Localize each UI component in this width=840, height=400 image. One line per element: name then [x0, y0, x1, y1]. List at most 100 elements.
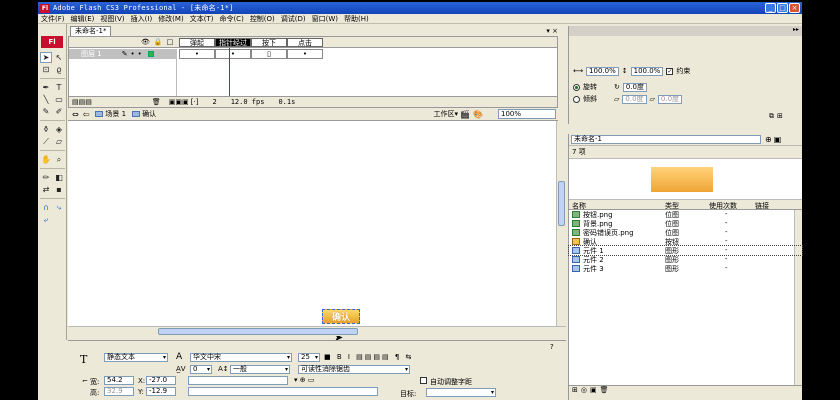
straighten-icon[interactable]: ⤶: [40, 214, 52, 225]
flash-app-icon[interactable]: Fl: [40, 3, 50, 13]
menu-insert[interactable]: 插入(I): [131, 14, 153, 24]
library-item[interactable]: 元件 1 图形 -: [568, 245, 803, 256]
confirm-button-symbol[interactable]: 确认: [322, 309, 360, 324]
frame-label-down[interactable]: 按下: [251, 38, 287, 47]
pencil-icon[interactable]: ✎: [40, 106, 52, 117]
help-icon[interactable]: ?: [550, 343, 554, 351]
back-icon[interactable]: ⇦: [83, 110, 90, 119]
target-select[interactable]: [426, 388, 496, 397]
stage-horizontal-scrollbar[interactable]: [68, 326, 566, 336]
library-item[interactable]: 确认 按钮 -: [569, 237, 802, 246]
letter-spacing-input[interactable]: 0: [190, 365, 212, 374]
ink-bottle-icon[interactable]: ⚱: [40, 124, 52, 135]
library-item[interactable]: 元件 2 图形 -: [569, 255, 802, 264]
link-icons[interactable]: ▾ ⊕ ▭: [294, 376, 314, 384]
library-item[interactable]: 按钮.png 位图 -: [569, 210, 802, 219]
zoom-tool-icon[interactable]: ⌕: [53, 154, 65, 165]
height-input[interactable]: 32.9: [104, 387, 134, 396]
rotate-radio[interactable]: [573, 83, 580, 91]
menu-edit[interactable]: 编辑(E): [71, 14, 95, 24]
menu-window[interactable]: 窗口(W): [312, 14, 338, 24]
frame-label-up[interactable]: 弹起: [179, 38, 215, 47]
lock-aspect-icon[interactable]: ⌐: [82, 377, 88, 385]
zoom-select[interactable]: 100%: [498, 109, 556, 119]
breadcrumb-scene[interactable]: 场景 1: [95, 109, 126, 119]
menu-text[interactable]: 文本(T): [190, 14, 214, 24]
subselection-tool-icon[interactable]: ↖: [53, 52, 65, 63]
stroke-color-icon[interactable]: ✏: [40, 172, 52, 183]
transform-buttons[interactable]: ⧉⊞: [769, 112, 786, 121]
library-document-select[interactable]: 未命名-1: [571, 135, 761, 144]
library-footer-icons[interactable]: ⊞◎▣🗑: [569, 386, 802, 398]
keyframe-2[interactable]: •: [215, 49, 251, 59]
height-scale-input[interactable]: 100.0%: [630, 66, 664, 76]
paint-bucket-icon[interactable]: ◈: [53, 124, 65, 135]
rotate-input[interactable]: 0.0度: [622, 82, 648, 92]
free-transform-icon[interactable]: ⊡: [40, 64, 52, 75]
auto-kern-checkbox[interactable]: [420, 377, 427, 384]
smooth-icon[interactable]: ⤷: [53, 202, 65, 213]
menu-file[interactable]: 文件(F): [41, 14, 65, 24]
new-layer-icon[interactable]: ▤▤▤: [72, 98, 92, 106]
x-input[interactable]: -27.0: [146, 376, 176, 385]
swap-colors-icon[interactable]: ⇄: [40, 184, 52, 195]
constrain-checkbox[interactable]: ✓: [666, 67, 674, 75]
menu-control[interactable]: 控制(O): [250, 14, 275, 24]
edit-scene-icon[interactable]: 🎬🎨: [460, 110, 486, 119]
document-tab[interactable]: 未命名-1*: [70, 26, 112, 36]
text-format-icons[interactable]: ■ B I ▤▤▤▤ ¶ ⇆: [324, 353, 413, 361]
anti-alias-select[interactable]: 可读性消除锯齿: [298, 365, 410, 374]
lasso-icon[interactable]: ϱ: [53, 64, 65, 75]
url-input[interactable]: [188, 376, 288, 385]
playhead[interactable]: [229, 48, 230, 98]
skew-radio[interactable]: [573, 95, 580, 103]
font-size-select[interactable]: 25: [298, 353, 320, 362]
width-input[interactable]: 54.2: [104, 376, 134, 385]
hscroll-thumb[interactable]: [158, 328, 358, 335]
stage-vertical-scrollbar[interactable]: [556, 121, 566, 326]
eyedropper-icon[interactable]: ⟋: [40, 136, 52, 147]
keyframe-4[interactable]: •: [287, 49, 323, 59]
vscroll-thumb[interactable]: [558, 181, 565, 226]
y-input[interactable]: -12.9: [146, 387, 176, 396]
snap-magnet-icon[interactable]: ∩: [40, 202, 52, 213]
variable-input[interactable]: [188, 387, 378, 396]
back-arrow-icon[interactable]: ⇔: [72, 110, 79, 119]
library-pin-icon[interactable]: ⊕▣: [765, 135, 783, 144]
library-item[interactable]: 元件 3 图形 -: [569, 264, 802, 273]
rectangle-tool-icon[interactable]: ▭: [53, 94, 65, 105]
hand-tool-icon[interactable]: ✋: [40, 154, 52, 165]
frame-label-over[interactable]: 指针经过: [215, 38, 251, 47]
menu-help[interactable]: 帮助(H): [344, 14, 369, 24]
keyframe-1[interactable]: •: [179, 49, 215, 59]
layer-visibility-icons[interactable]: 👁🔒□: [141, 38, 177, 46]
menu-debug[interactable]: 调试(D): [281, 14, 306, 24]
skew-input-1[interactable]: 0.0度: [622, 94, 647, 104]
eraser-icon[interactable]: ▱: [53, 136, 65, 147]
frame-label-hit[interactable]: 点击: [287, 38, 323, 47]
workspace-menu[interactable]: 工作区▾: [433, 109, 458, 119]
breadcrumb-symbol[interactable]: 确认: [132, 109, 156, 119]
close-doc-icon[interactable]: ▾ ×: [546, 27, 558, 35]
pen-tool-icon[interactable]: ✒: [40, 82, 52, 93]
selection-tool-icon[interactable]: ➤: [40, 52, 52, 63]
font-select[interactable]: 华文中宋: [190, 353, 292, 362]
skew-input-2[interactable]: 0.0度: [657, 94, 683, 104]
menu-view[interactable]: 视图(V): [100, 14, 124, 24]
text-type-select[interactable]: 静态文本: [104, 353, 168, 362]
stage[interactable]: 确认 ➤: [68, 121, 558, 344]
line-tool-icon[interactable]: ╲: [40, 94, 52, 105]
maximize-icon[interactable]: □: [777, 3, 788, 13]
minimize-icon[interactable]: _: [765, 3, 776, 13]
keyframe-3[interactable]: ▯: [251, 49, 287, 59]
library-item[interactable]: 背景.png 位图 -: [569, 219, 802, 228]
menu-modify[interactable]: 修改(M): [158, 14, 184, 24]
brush-icon[interactable]: ✐: [53, 106, 65, 117]
onion-skin-icon[interactable]: ▣▣▣ [·]: [169, 98, 199, 106]
fill-color-icon[interactable]: ◧: [53, 172, 65, 183]
delete-layer-icon[interactable]: 🗑: [152, 98, 161, 106]
width-scale-input[interactable]: 100.0%: [586, 66, 619, 76]
rendering-select[interactable]: 一般: [230, 365, 290, 374]
library-item[interactable]: 密码错误页.png 位图 -: [569, 228, 802, 237]
close-icon[interactable]: ×: [789, 3, 800, 13]
